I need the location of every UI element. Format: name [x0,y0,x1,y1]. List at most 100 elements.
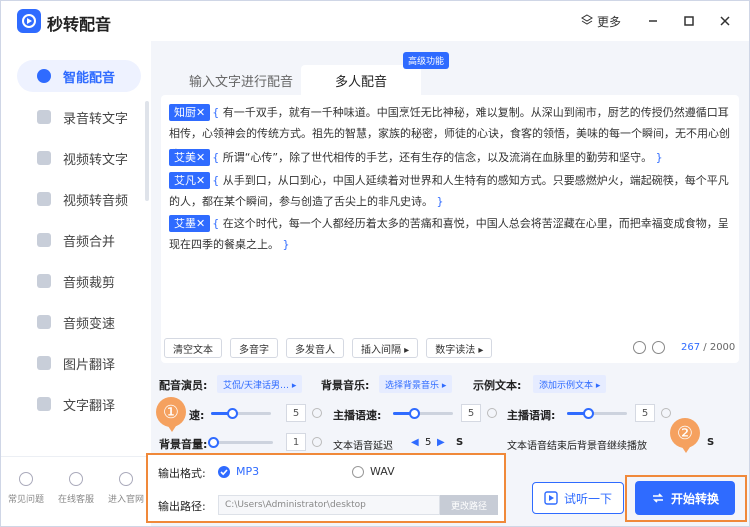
paragraph-text: 在这个时代，每一个人都经历着太多的苦痛和喜悦，中国人总会将苦涩藏在心里，而把幸福… [169,217,729,251]
website-link[interactable]: 进入官网 [101,472,151,505]
main-pitch-label: 主播语调: [507,409,556,422]
polyphone-button[interactable]: 多音字 [230,338,278,358]
slider-thumb[interactable] [583,408,594,419]
delay-value[interactable]: 5 [425,437,431,448]
preview-label: 试听一下 [563,491,612,506]
mp3-label[interactable]: MP3 [236,465,259,478]
speed-slider[interactable] [211,408,271,419]
main-speed-value[interactable]: 5 [461,404,481,422]
play-icon [544,491,558,505]
brace-open: { [212,174,220,187]
sidebar-item-audio-cut[interactable]: 音频裁剪 [17,265,141,297]
insert-pause-button[interactable]: 插入间隔 ▸ [352,338,419,358]
main-speed-slider[interactable] [393,408,453,419]
dialogue-paragraph[interactable]: 艾美✕{ 所谓“心传”，除了世代相传的手艺，还有生存的信念，以及流淌在血脉里的勤… [169,147,731,168]
start-convert-button[interactable]: 开始转换 [635,481,735,515]
text-editor[interactable]: 知厨✕{ 有一千双手，就有一千种味道。中国烹饪无比神秘，难以复制。从深山到闹市，… [161,95,739,363]
bg-volume-value[interactable]: 1 [286,433,306,451]
maximize-button[interactable] [679,11,699,31]
app-window: 秒转配音 更多 智能配音 录音转文字 视频转文字 视频转音频 音频合并 音频裁剪… [0,0,750,527]
undo-icon[interactable] [633,341,646,354]
delay-increase-button[interactable]: ▶ [437,437,445,448]
bgm-select[interactable]: 选择背景音乐 ▸ [379,375,453,393]
speed-value[interactable]: 5 [286,404,306,422]
tab-single-dubbing[interactable]: 输入文字进行配音 [181,65,301,95]
change-path-button[interactable]: 更改路径 [440,495,498,515]
sample-text-label: 示例文本: [473,379,522,392]
sidebar-item-text-translate[interactable]: 文字翻译 [17,388,141,420]
home-icon [119,472,133,486]
voice-select[interactable]: 艾侃/天津话男… ▸ [217,375,303,393]
check-icon [220,469,228,476]
chat-icon [69,472,83,486]
app-logo-icon [17,9,41,33]
voice-label: 配音演员: [159,379,208,392]
speaker-tag[interactable]: 知厨✕ [169,104,211,121]
more-menu[interactable]: 更多 [581,13,621,30]
more-label: 更多 [597,15,622,29]
main-pitch-value[interactable]: 5 [635,404,655,422]
format-label: 输出格式: [158,467,206,480]
support-link[interactable]: 在线客服 [51,472,101,505]
mp3-radio[interactable] [218,466,230,478]
sidebar-scrollbar[interactable] [145,101,149,201]
wav-radio[interactable] [352,466,364,478]
main-speed-label: 主播语速: [333,409,382,422]
mic-icon [37,69,51,83]
sidebar-item-smart-dubbing[interactable]: 智能配音 [17,60,141,92]
speaker-tag[interactable]: 艾美✕ [169,149,211,166]
premium-badge: 高级功能 [403,52,450,69]
website-label: 进入官网 [107,495,144,505]
text-translate-icon [37,397,51,411]
close-button[interactable] [715,11,735,31]
slider-thumb[interactable] [227,408,238,419]
step-marker-1: ① [156,397,186,432]
sidebar-item-audio-speed[interactable]: 音频变速 [17,306,141,338]
reset-icon[interactable] [312,408,322,418]
sidebar-item-audio-merge[interactable]: 音频合并 [17,224,141,256]
delay-decrease-button[interactable]: ◀ [411,437,419,448]
sidebar-item-label: 视频转文字 [63,152,129,168]
speed-label: 速: [189,409,205,422]
image-translate-icon [37,356,51,370]
speaker-tag[interactable]: 艾墨✕ [169,215,211,232]
bg-volume-slider[interactable] [208,437,273,448]
brace-close: } [436,195,444,208]
output-path-input[interactable]: C:\Users\Administrator\desktop [218,495,440,515]
editor-toolbar: 清空文本 多音字 多发音人 插入间隔 ▸ 数字读法 ▸ [164,338,493,358]
convert-icon [652,493,663,503]
brace-open: { [212,151,220,164]
slider-thumb[interactable] [409,408,420,419]
speaker-tag[interactable]: 艾凡✕ [169,172,211,189]
clear-text-button[interactable]: 清空文本 [164,338,222,358]
wav-label[interactable]: WAV [370,465,395,478]
sample-text-select[interactable]: 添加示例文本 ▸ [533,375,607,393]
number-reading-button[interactable]: 数字读法 ▸ [426,338,493,358]
reset-icon[interactable] [312,437,322,447]
dialogue-paragraph[interactable]: 艾墨✕{ 在这个时代，每一个人都经历着太多的苦痛和喜悦，中国人总会将苦涩藏在心里… [169,213,731,255]
brace-open: { [212,217,220,230]
brace-close: } [282,238,290,251]
sidebar-item-label: 图片翻译 [63,357,116,373]
faq-link[interactable]: 常见问题 [1,472,51,505]
sidebar-item-video-to-audio[interactable]: 视频转音频 [17,183,141,215]
sidebar-item-image-translate[interactable]: 图片翻译 [17,347,141,379]
reset-icon[interactable] [487,408,497,418]
main-pitch-slider[interactable] [567,408,627,419]
speed-icon [37,315,51,329]
minimize-button[interactable] [643,11,663,31]
sidebar-item-video-to-text[interactable]: 视频转文字 [17,142,141,174]
reset-icon[interactable] [661,408,671,418]
multi-speaker-button[interactable]: 多发音人 [286,338,344,358]
step-marker-2: ② [670,418,700,453]
slider-thumb[interactable] [208,437,219,448]
clean-icon[interactable] [652,341,665,354]
preview-button[interactable]: 试听一下 [532,482,624,514]
tab-multi-dubbing[interactable]: 多人配音 [301,65,421,95]
merge-icon [37,233,51,247]
char-count-current: 267 [681,342,701,353]
question-icon [19,472,33,486]
sidebar-item-audio-to-text[interactable]: 录音转文字 [17,101,141,133]
path-label: 输出路径: [158,500,206,513]
dialogue-paragraph[interactable]: 艾凡✕{ 从手到口，从口到心，中国人延续着对世界和人生特有的感知方式。只要感燃炉… [169,170,731,212]
